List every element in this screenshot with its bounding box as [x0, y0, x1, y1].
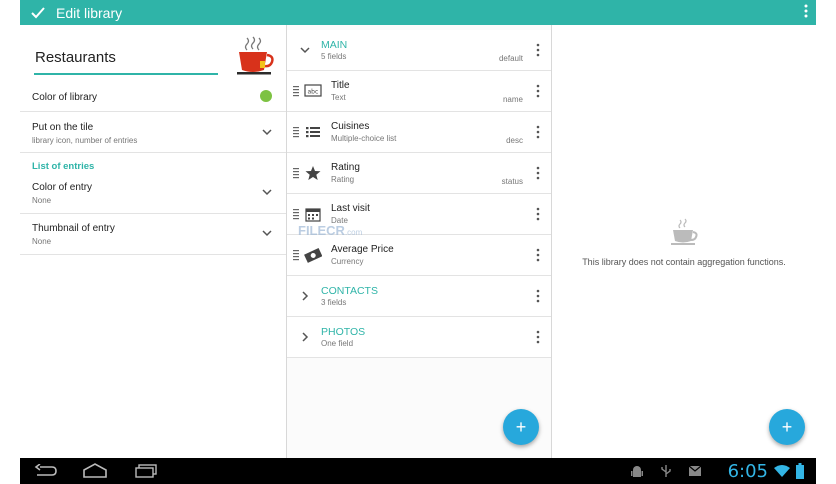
row-title: Color of entry [32, 182, 93, 193]
field-title: Average Price [331, 244, 394, 255]
drag-handle-icon[interactable] [293, 167, 299, 179]
group-main[interactable]: MAIN 5 fields default [287, 30, 551, 71]
field-title: Cuisines [331, 121, 370, 132]
group-name: MAIN [321, 39, 348, 51]
more-vert-icon[interactable] [536, 288, 540, 304]
more-vert-icon[interactable] [536, 83, 540, 99]
system-nav-bar: 6:05 [20, 458, 816, 484]
group-contacts[interactable]: CONTACTS 3 fields [287, 276, 551, 317]
clock: 6:05 [727, 461, 768, 482]
library-name-field[interactable] [34, 45, 218, 75]
field-title: Title [331, 80, 350, 91]
chevron-down-icon[interactable] [260, 125, 274, 139]
money-icon [304, 247, 322, 263]
text-field-icon: abc [304, 84, 322, 97]
back-icon[interactable] [34, 464, 58, 478]
field-role: status [501, 177, 523, 186]
library-settings-panel: Color of library Put on the tile library… [20, 25, 287, 458]
field-title: Last visit [331, 203, 370, 214]
svg-text:abc: abc [308, 89, 319, 96]
wifi-icon [774, 465, 790, 477]
library-color-row[interactable]: Color of library [20, 81, 286, 112]
done-check-icon[interactable] [20, 6, 56, 19]
group-name: CONTACTS [321, 285, 378, 297]
section-header-list-of-entries: List of entries [32, 161, 95, 172]
home-icon[interactable] [82, 463, 108, 479]
row-subtitle: library icon, number of entries [32, 136, 138, 145]
row-title: Put on the tile [32, 122, 94, 133]
aggregation-panel: This library does not contain aggregatio… [552, 25, 816, 458]
add-aggregation-button[interactable]: + [769, 409, 805, 445]
watermark: FILECR.com [298, 223, 362, 238]
usb-icon [661, 465, 671, 477]
plus-icon: + [781, 417, 793, 437]
chevron-down-icon[interactable] [260, 226, 274, 240]
color-of-entry-row[interactable]: Color of entry None [20, 173, 286, 214]
field-title: Rating [331, 162, 360, 173]
drag-handle-icon[interactable] [293, 126, 299, 138]
drag-handle-icon[interactable] [293, 249, 299, 261]
field-type: Multiple-choice list [331, 134, 397, 143]
more-vert-icon[interactable] [536, 247, 540, 263]
row-title: Color of library [32, 92, 98, 103]
star-icon [305, 166, 321, 180]
battery-icon [796, 463, 804, 479]
more-vert-icon[interactable] [536, 124, 540, 140]
row-title: Thumbnail of entry [32, 223, 115, 234]
chevron-down-icon[interactable] [260, 185, 274, 199]
recent-apps-icon[interactable] [134, 464, 158, 478]
plus-icon: + [515, 417, 527, 437]
list-icon [306, 127, 320, 138]
field-row-cuisines[interactable]: Cuisines Multiple-choice list desc [287, 112, 551, 153]
field-row-average-price[interactable]: Average Price Currency [287, 235, 551, 276]
drag-handle-icon[interactable] [293, 208, 299, 220]
content-frame: Color of library Put on the tile library… [20, 25, 816, 458]
field-type: Text [331, 93, 346, 102]
field-role: name [502, 95, 523, 104]
more-vert-icon[interactable] [536, 329, 540, 345]
row-subtitle: None [32, 237, 52, 246]
mail-icon [688, 465, 702, 476]
watermark-suffix: .com [344, 228, 363, 237]
field-row-title[interactable]: abc Title Text name [287, 71, 551, 112]
thumbnail-of-entry-row[interactable]: Thumbnail of entry None [20, 214, 286, 255]
watermark-text: FILECR [298, 223, 345, 238]
chevron-right-icon[interactable] [299, 330, 311, 344]
more-vert-icon[interactable] [536, 206, 540, 222]
library-name-input[interactable] [34, 45, 215, 66]
group-count: One field [321, 339, 354, 348]
field-type: Currency [331, 257, 364, 266]
field-row-rating[interactable]: Rating Rating status [287, 153, 551, 194]
more-vert-icon[interactable] [536, 165, 540, 181]
chevron-down-icon[interactable] [299, 43, 311, 57]
library-color-dot[interactable] [260, 90, 272, 102]
app-title: Edit library [56, 4, 123, 21]
coffee-cup-icon[interactable] [233, 34, 275, 76]
more-vert-icon[interactable] [536, 42, 540, 58]
app-bar: Edit library [20, 0, 816, 25]
group-name: PHOTOS [321, 326, 366, 338]
android-debug-icon [631, 466, 643, 477]
fields-panel: MAIN 5 fields default abc Title Text nam… [287, 25, 552, 458]
add-field-button[interactable]: + [503, 409, 539, 445]
drag-handle-icon[interactable] [293, 85, 299, 97]
group-photos[interactable]: PHOTOS One field [287, 317, 551, 358]
row-subtitle: None [32, 196, 52, 205]
chevron-right-icon[interactable] [299, 289, 311, 303]
empty-state-message: This library does not contain aggregatio… [582, 257, 786, 267]
coffee-cup-icon [671, 218, 698, 245]
field-type: Rating [331, 175, 355, 184]
group-tag: default [498, 54, 523, 63]
group-count: 3 fields [321, 298, 347, 307]
put-on-tile-row[interactable]: Put on the tile library icon, number of … [20, 112, 286, 153]
overflow-menu-icon[interactable] [804, 3, 808, 24]
field-role: desc [506, 136, 523, 145]
group-count: 5 fields [321, 52, 347, 61]
calendar-icon [305, 208, 321, 222]
